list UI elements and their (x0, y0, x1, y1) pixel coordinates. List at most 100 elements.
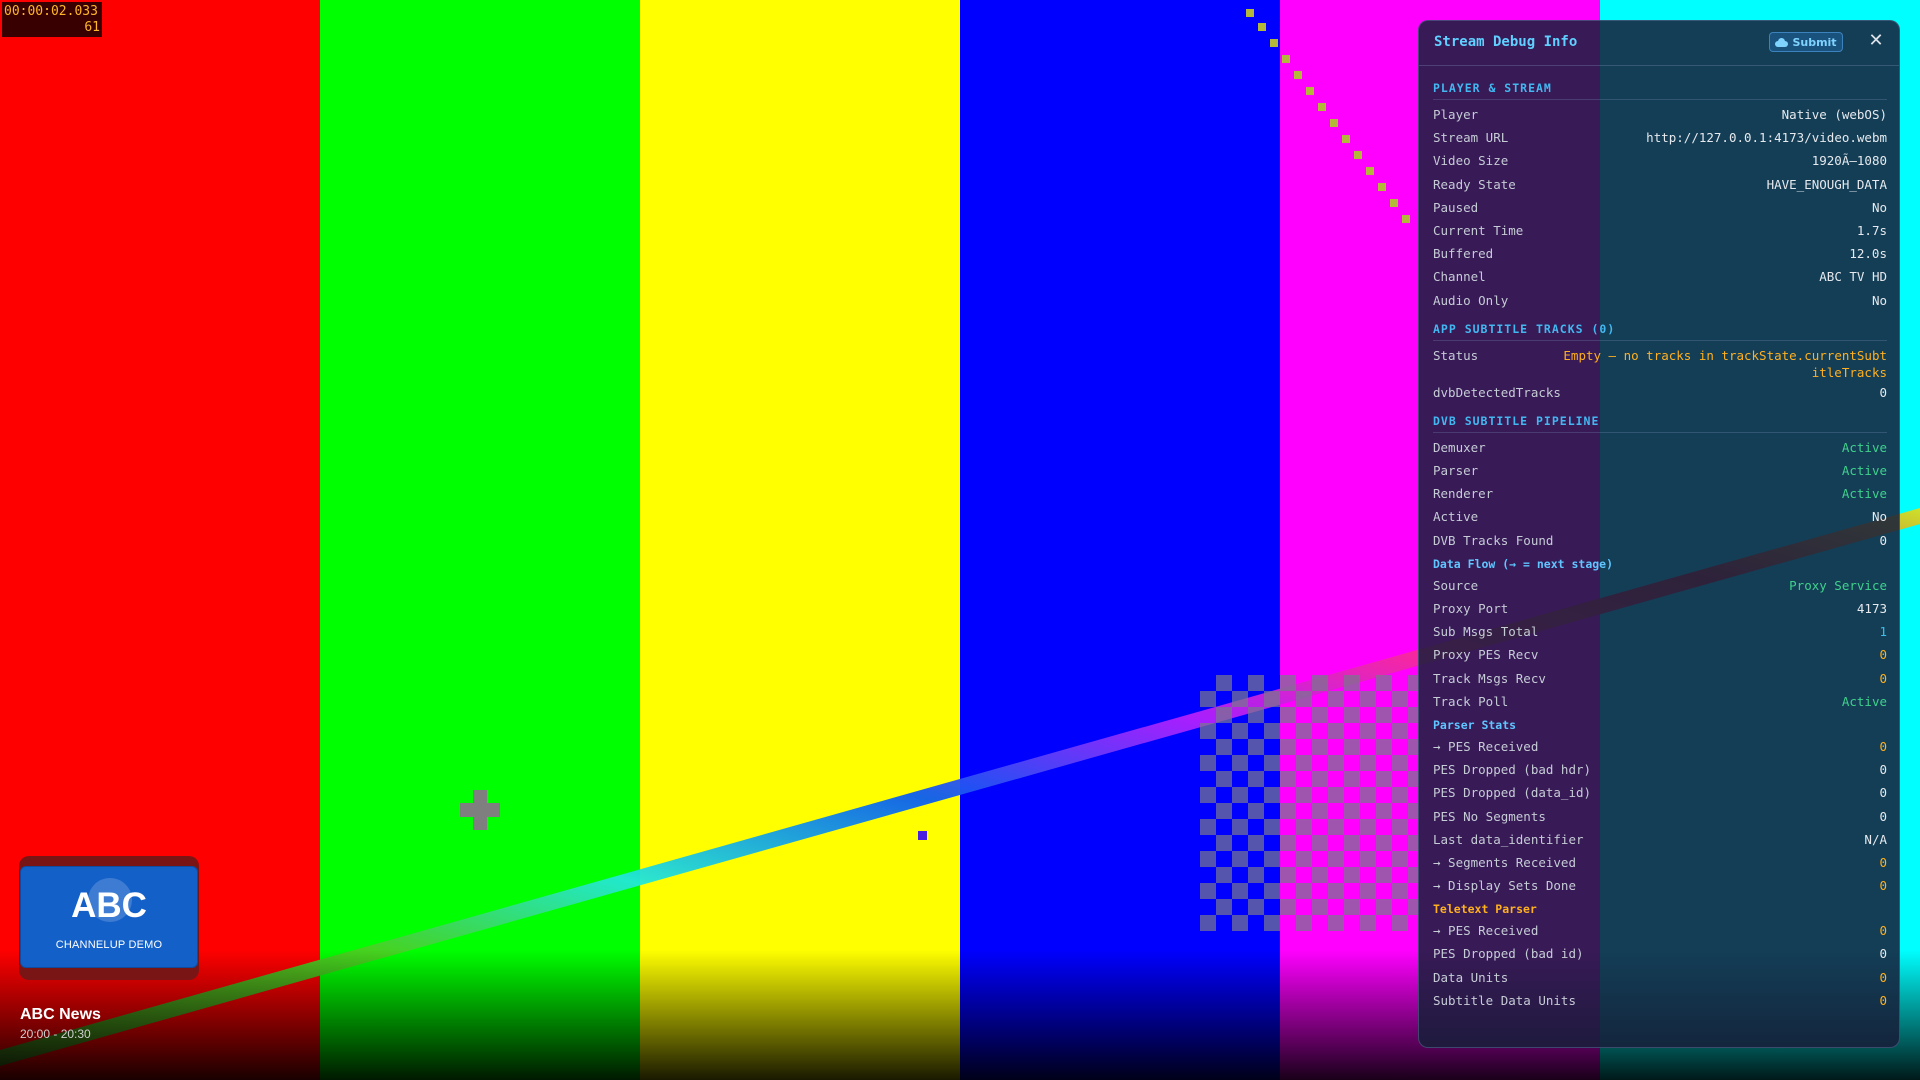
debug-row: dvbDetectedTracks 0 (1433, 381, 1887, 404)
debug-value: 0 (1879, 670, 1887, 686)
debug-value: Proxy Service (1789, 577, 1887, 593)
debug-row: Status Empty — no tracks in trackState.cu… (1433, 344, 1887, 381)
debug-row: DVB Tracks Found 0 (1433, 529, 1887, 552)
debug-key: Audio Only (1433, 292, 1509, 308)
debug-value: 0 (1879, 738, 1887, 754)
debug-row: Track Poll Active (1433, 690, 1887, 713)
debug-value: 0 (1879, 532, 1887, 548)
debug-key: Proxy Port (1433, 601, 1509, 616)
debug-key: Track Poll (1433, 693, 1509, 709)
debug-value: No (1871, 199, 1887, 215)
debug-key: → PES Received (1433, 923, 1539, 939)
debug-row: Demuxer Active (1433, 436, 1887, 459)
panel-title: Stream Debug Info (1434, 34, 1578, 50)
debug-key: Subtitle Data Units (1433, 992, 1576, 1008)
debug-key: PES Dropped (bad hdr) (1433, 762, 1592, 778)
debug-value: 0 (1879, 878, 1887, 894)
debug-value: 4173 (1856, 601, 1887, 616)
debug-row: Source Proxy Service (1433, 574, 1887, 597)
debug-row: Renderer Active (1433, 482, 1887, 505)
debug-key: Status (1433, 347, 1479, 363)
debug-value: 1 (1879, 624, 1887, 640)
debug-row: PES Dropped (data_id) 0 (1433, 781, 1887, 804)
small-dot (918, 831, 927, 840)
timecode-overlay: 00:00:02.033 61 (2, 2, 102, 37)
channel-logo: ABC CHANNELUP DEMO (20, 866, 198, 968)
section-title-app-subs: APP SUBTITLE TRACKS (0) (1433, 318, 1887, 341)
debug-value: No (1871, 509, 1887, 525)
debug-key: Demuxer (1433, 439, 1486, 455)
debug-row: PES Dropped (bad id) 0 (1433, 942, 1887, 965)
data-flow-rows: Source Proxy Service Proxy Port 4173 Sub Msg… (1433, 574, 1887, 713)
debug-key: Player (1433, 107, 1479, 122)
debug-key: → Segments Received (1433, 854, 1576, 870)
debug-value: N/A (1864, 831, 1887, 847)
timecode-text: 00:00:02.033 (4, 4, 98, 19)
debug-row: Track Msgs Recv 0 (1433, 667, 1887, 690)
debug-value: 0 (1879, 946, 1887, 962)
debug-value: Active (1841, 486, 1887, 502)
debug-value: 0 (1879, 785, 1887, 801)
debug-key: Stream URL (1433, 130, 1509, 146)
debug-row: Proxy PES Recv 0 (1433, 643, 1887, 666)
cloud-upload-icon (1775, 37, 1789, 47)
debug-value: Empty — no tracks in trackState.currentS… (1563, 347, 1887, 380)
debug-value: Active (1841, 463, 1887, 479)
debug-key: DVB Tracks Found (1433, 532, 1554, 548)
parser-stats-title: Parser Stats (1433, 717, 1517, 732)
debug-row: Active No (1433, 505, 1887, 528)
teletext-parser-rows: → PES Received 0 PES Dropped (bad id) 0 Data… (1433, 919, 1887, 1012)
debug-key: Last data_identifier (1433, 831, 1584, 847)
debug-value: http://127.0.0.1:4173/video.webm (1646, 130, 1887, 146)
panel-body: PLAYER & STREAM Player Native (webOS) Stre… (1433, 77, 1887, 1012)
debug-row: PES No Segments 0 (1433, 805, 1887, 828)
section-title-player: PLAYER & STREAM (1433, 77, 1887, 100)
debug-key: PES Dropped (bad id) (1433, 946, 1584, 962)
debug-value: 1.7s (1856, 222, 1887, 238)
stream-debug-panel: Stream Debug Info Submit ✕ PLAYER & STRE… (1418, 20, 1900, 1048)
debug-key: dvbDetectedTracks (1433, 384, 1561, 400)
debug-value: 12.0s (1849, 246, 1887, 262)
debug-row: Sub Msgs Total 1 (1433, 620, 1887, 643)
submit-label: Submit (1792, 35, 1837, 49)
frame-number: 61 (84, 20, 100, 35)
debug-row: Channel ABC TV HD (1433, 265, 1887, 288)
data-flow-title: Data Flow (→ = next stage) (1433, 556, 1614, 571)
debug-value: HAVE_ENOUGH_DATA (1766, 176, 1887, 192)
submit-button[interactable]: Submit (1769, 32, 1843, 52)
debug-row: Proxy Port 4173 (1433, 597, 1887, 620)
plus-marker-icon (460, 790, 500, 830)
close-button[interactable]: ✕ (1864, 29, 1888, 53)
debug-value: ABC TV HD (1819, 269, 1887, 285)
player-rows: Player Native (webOS) Stream URL http://127… (1433, 103, 1887, 312)
debug-row: Parser Active (1433, 459, 1887, 482)
debug-key: Sub Msgs Total (1433, 624, 1539, 640)
debug-key: PES No Segments (1433, 808, 1546, 824)
debug-value: 0 (1879, 969, 1887, 985)
debug-value: No (1871, 292, 1887, 308)
debug-value: 0 (1879, 647, 1887, 663)
debug-row: → PES Received 0 (1433, 919, 1887, 942)
debug-key: → PES Received (1433, 738, 1539, 754)
debug-key: Paused (1433, 199, 1479, 215)
debug-row: PES Dropped (bad hdr) 0 (1433, 758, 1887, 781)
debug-value: 0 (1879, 808, 1887, 824)
debug-value: 0 (1879, 992, 1887, 1008)
debug-row: Player Native (webOS) (1433, 103, 1887, 126)
debug-key: Current Time (1433, 222, 1524, 238)
checker-pattern (1200, 675, 1420, 931)
debug-key: Source (1433, 577, 1479, 593)
debug-key: Renderer (1433, 486, 1494, 502)
app-subs-rows: Status Empty — no tracks in trackState.cu… (1433, 344, 1887, 404)
debug-row: Stream URL http://127.0.0.1:4173/video.we… (1433, 126, 1887, 149)
panel-header: Stream Debug Info Submit ✕ (1419, 21, 1899, 66)
debug-key: Video Size (1433, 153, 1509, 169)
dvb-rows: Demuxer Active Parser Active Renderer Active A… (1433, 436, 1887, 552)
debug-key: Proxy PES Recv (1433, 647, 1539, 663)
debug-value: 0 (1879, 762, 1887, 778)
debug-row: Ready State HAVE_ENOUGH_DATA (1433, 173, 1887, 196)
debug-value: 0 (1879, 854, 1887, 870)
debug-row: Subtitle Data Units 0 (1433, 989, 1887, 1012)
program-time: 20:00 - 20:30 (20, 1027, 91, 1041)
debug-value: 0 (1879, 384, 1887, 400)
